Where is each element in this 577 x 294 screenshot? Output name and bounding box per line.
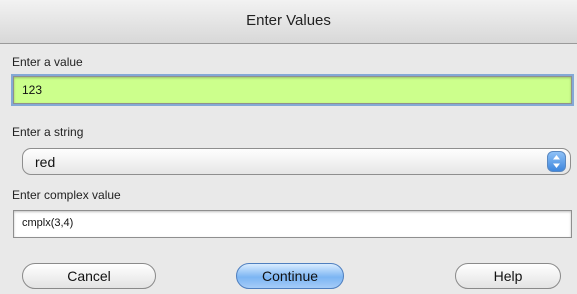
complex-input[interactable]: cmplx(3,4) bbox=[13, 210, 572, 238]
string-select[interactable]: red bbox=[22, 148, 571, 175]
value-input[interactable]: 123 bbox=[11, 74, 574, 106]
enter-values-dialog: Enter Values Enter a value 123 Enter a s… bbox=[0, 0, 577, 294]
cancel-button[interactable]: Cancel bbox=[22, 263, 156, 289]
title-bar: Enter Values bbox=[0, 0, 577, 44]
continue-button[interactable]: Continue bbox=[236, 263, 344, 289]
complex-label: Enter complex value bbox=[12, 188, 121, 202]
dialog-title: Enter Values bbox=[246, 12, 331, 29]
value-label: Enter a value bbox=[12, 55, 83, 69]
string-label: Enter a string bbox=[12, 125, 84, 139]
help-button[interactable]: Help bbox=[455, 263, 561, 289]
select-arrows-icon[interactable] bbox=[547, 151, 566, 172]
string-select-value: red bbox=[35, 154, 56, 170]
